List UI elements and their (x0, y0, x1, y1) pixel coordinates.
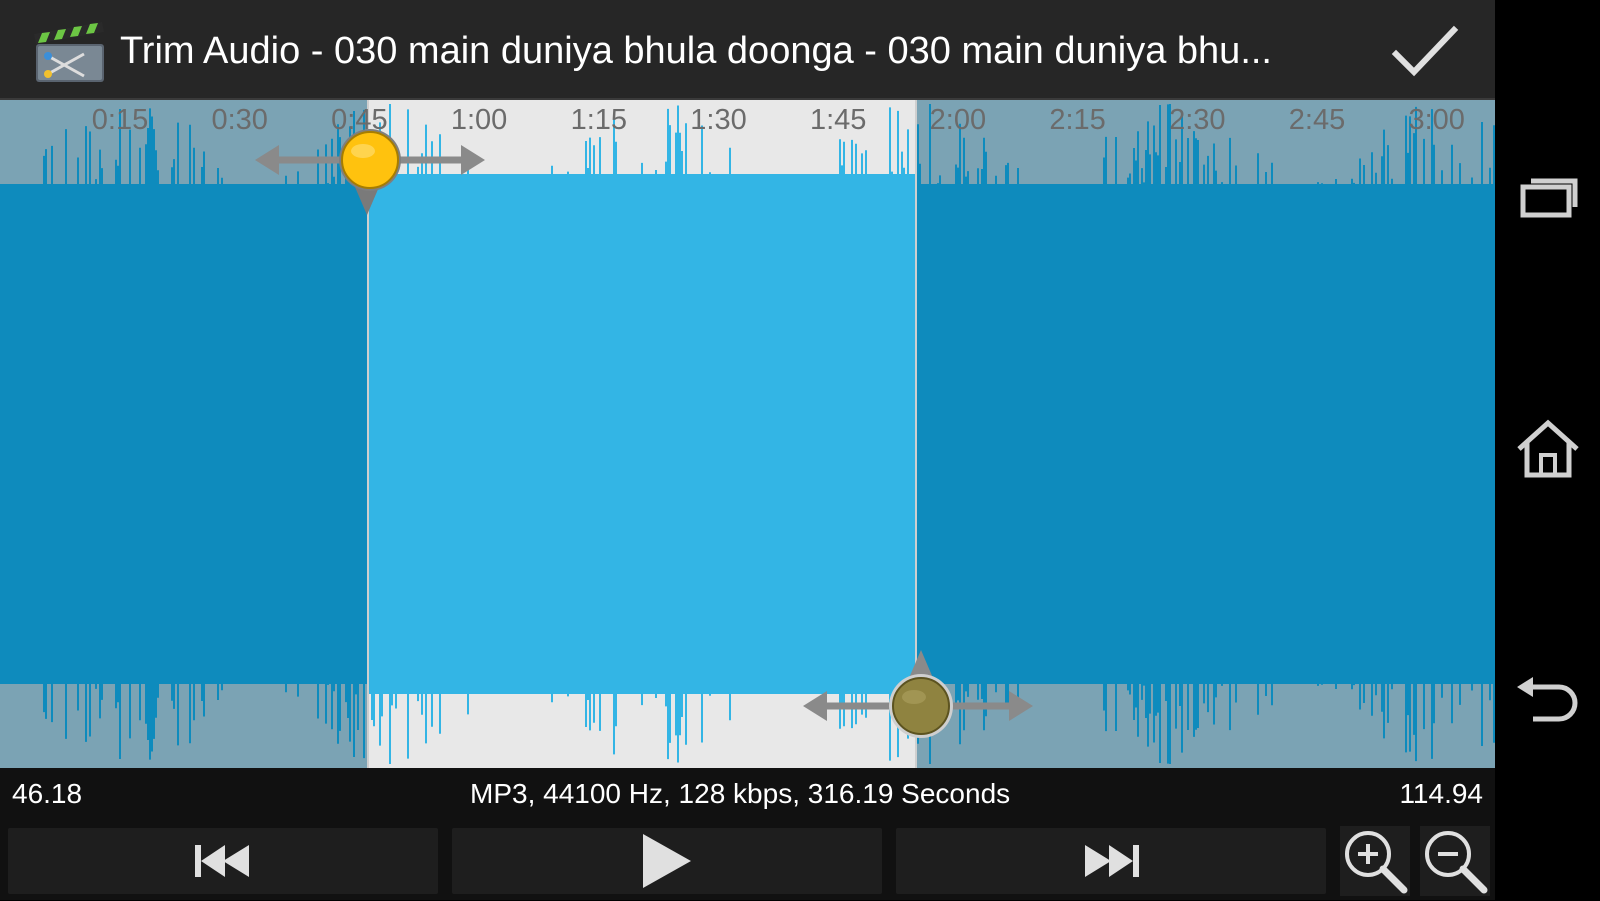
end-time-label[interactable]: 114.94 (1399, 778, 1483, 810)
tick-label: 2:00 (929, 104, 987, 136)
play-icon (643, 834, 691, 888)
trim-audio-screen: Trim Audio - 030 main duniya bhula doong… (0, 0, 1495, 900)
home-icon[interactable] (1513, 415, 1583, 485)
page-title: Trim Audio - 030 main duniya bhula doong… (120, 30, 1272, 72)
system-nav-bar (1495, 0, 1600, 900)
tick-label: 3:00 (1408, 104, 1465, 136)
tick-label: 1:30 (690, 104, 747, 136)
rewind-button[interactable] (8, 828, 438, 894)
tick-label: 2:45 (1288, 104, 1346, 136)
back-icon[interactable] (1513, 665, 1583, 735)
forward-button[interactable] (896, 828, 1326, 894)
start-marker-handle[interactable] (255, 127, 485, 217)
zoom-in-button[interactable] (1340, 826, 1410, 896)
playback-controls (0, 820, 1495, 900)
checkmark-icon[interactable] (1390, 22, 1460, 82)
play-button[interactable] (452, 828, 882, 894)
tick-label: 0:15 (91, 104, 149, 136)
zoom-in-icon (1345, 831, 1408, 894)
action-bar: Trim Audio - 030 main duniya bhula doong… (0, 0, 1495, 100)
zoom-out-icon (1425, 831, 1488, 894)
waveform (0, 100, 1495, 768)
tick-label: 1:15 (570, 104, 628, 136)
clapperboard-scissors-icon (34, 22, 104, 82)
waveform-view[interactable]: 0:15 0:30 0:45 1:00 1:15 1:30 1:45 2:00 2:15 2:30… (0, 100, 1495, 768)
file-info-label: MP3, 44100 Hz, 128 kbps, 316.19 Seconds (470, 778, 1011, 809)
start-time-label[interactable]: 46.18 (12, 778, 82, 810)
tick-label: 2:15 (1049, 104, 1106, 136)
tick-label: 1:45 (809, 104, 867, 136)
recents-icon[interactable] (1513, 165, 1583, 235)
tick-label: 2:30 (1169, 104, 1226, 136)
skip-back-icon (195, 845, 249, 877)
end-marker-handle[interactable] (803, 650, 1033, 740)
zoom-out-button[interactable] (1420, 826, 1490, 896)
skip-forward-icon (1085, 845, 1139, 877)
info-bar: 46.18 MP3, 44100 Hz, 128 kbps, 316.19 Se… (0, 768, 1495, 820)
